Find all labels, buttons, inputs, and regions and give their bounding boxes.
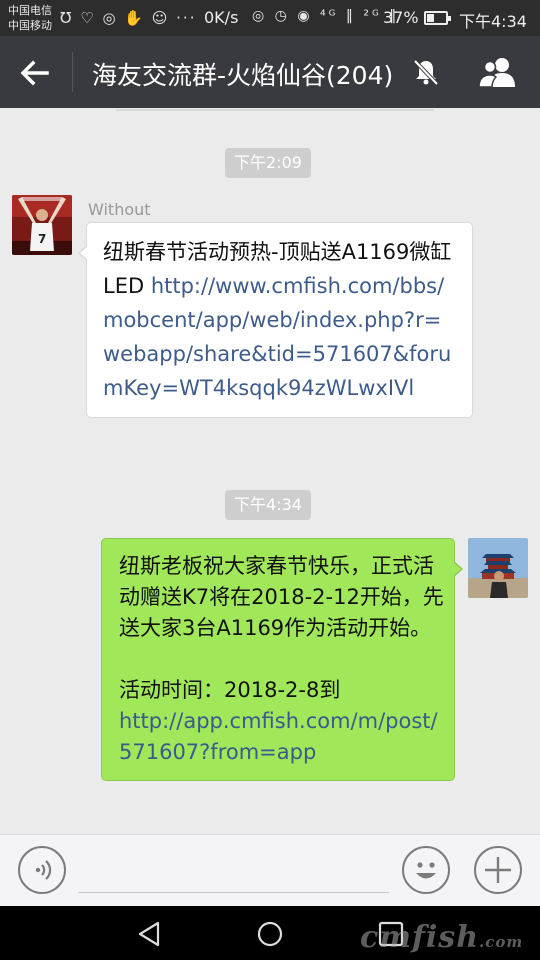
watermark: cmfish.com <box>360 920 523 955</box>
signal-icons: ◎ ◷ ◉ ⁴ᴳ ‖ ²ᴳ ‖ <box>252 8 400 24</box>
avatar[interactable]: 7 <box>12 195 72 255</box>
more-button[interactable] <box>474 846 522 894</box>
bell-off-icon <box>413 59 439 86</box>
system-nav-bar: cmfish.com <box>0 906 540 960</box>
outgoing-message-bubble[interactable]: 纽斯老板祝大家春节快乐，正式活动赠送K7将在2018-2-12开始，先送大家3台… <box>101 538 463 781</box>
status-bar: 中国电信 中国移动 Ʊ ♡ ◎ ✋ ☺ ··· 0K/s ◎ ◷ ◉ ⁴ᴳ ‖ … <box>0 0 540 36</box>
voice-icon <box>35 860 52 880</box>
input-bar <box>0 834 540 906</box>
arrow-left-icon[interactable] <box>18 56 52 90</box>
message-text-2: 活动时间：2018-2-8到 <box>119 678 341 702</box>
message-text: 纽斯老板祝大家春节快乐，正式活动赠送K7将在2018-2-12开始，先送大家3台… <box>119 554 444 640</box>
emoji-button[interactable] <box>402 846 450 894</box>
message-link[interactable]: http://www.cmfish.com/bbs/mobcent/app/we… <box>103 274 451 400</box>
message-list[interactable]: 下午2:09 7 Without 纽斯春节活动预热-顶贴送A1169微缸LED … <box>0 108 540 834</box>
plus-icon <box>485 857 511 883</box>
sender-name: Without <box>88 200 151 219</box>
incoming-message-bubble[interactable]: 纽斯春节活动预热-顶贴送A1169微缸LED http://www.cmfish… <box>78 222 473 418</box>
timestamp-pill: 下午2:09 <box>225 148 311 178</box>
sender-avatar-image: 7 <box>12 195 72 255</box>
nav-home-icon[interactable] <box>256 920 284 948</box>
nav-back-icon[interactable] <box>136 920 162 948</box>
carrier-labels: 中国电信 中国移动 <box>8 3 52 33</box>
timestamp-pill: 下午4:34 <box>225 490 311 520</box>
carrier-2: 中国移动 <box>8 19 52 32</box>
chat-header: 海友交流群-火焰仙谷(204) <box>0 36 540 108</box>
message-input[interactable] <box>78 849 389 893</box>
list-top-edge <box>116 108 434 111</box>
watermark-main: cmfish <box>360 920 480 955</box>
watermark-suffix: .com <box>479 933 524 951</box>
status-time: 下午4:34 <box>459 12 527 31</box>
net-speed: 0K/s <box>204 8 239 27</box>
message-link[interactable]: http://app.cmfish.com/m/post/571607?from… <box>119 706 444 768</box>
header-divider <box>72 52 73 92</box>
svg-text:7: 7 <box>38 232 46 246</box>
battery-percent: 37% <box>383 8 419 27</box>
notification-icons: Ʊ ♡ ◎ ✋ ☺ ··· <box>60 9 197 27</box>
avatar[interactable] <box>468 538 528 598</box>
smile-icon <box>416 862 436 879</box>
carrier-1: 中国电信 <box>8 4 52 17</box>
self-avatar-image <box>468 538 528 598</box>
people-icon[interactable] <box>478 56 518 88</box>
voice-button[interactable] <box>18 846 66 894</box>
battery-icon <box>424 11 451 25</box>
chat-title: 海友交流群-火焰仙谷(204) <box>92 61 394 90</box>
